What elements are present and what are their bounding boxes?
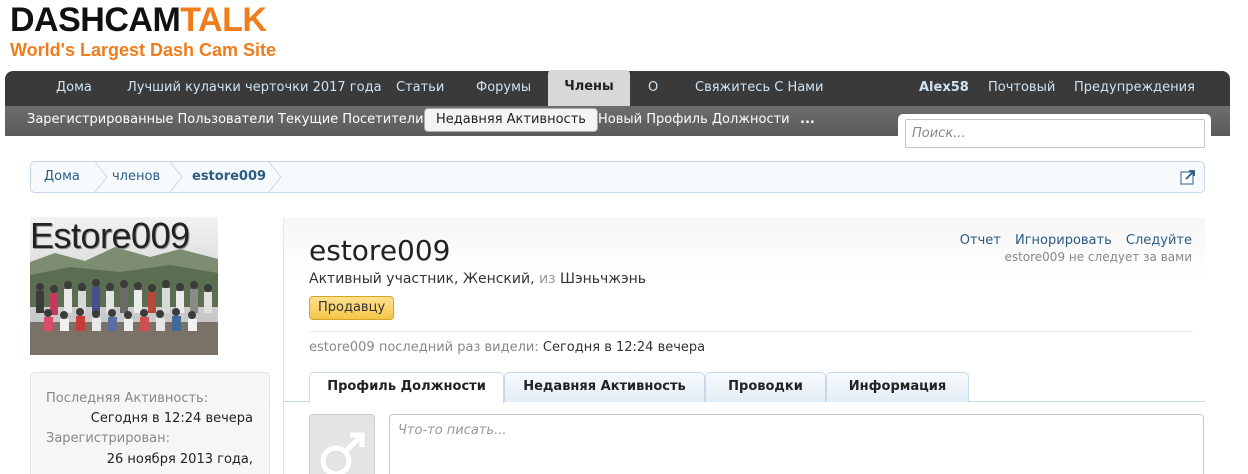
follow-status-note: estore009 не следует за вами (1004, 250, 1192, 264)
nav-item-best-dashcams[interactable]: Лучший кулачки черточки 2017 года (127, 71, 382, 106)
nav-item-articles[interactable]: Статьи (396, 71, 444, 106)
last-seen-value: Сегодня в 12:24 вечера (542, 340, 706, 355)
tab-recent-activity[interactable]: Недавняя Активность (504, 372, 705, 402)
nav-item-contact[interactable]: Свяжитесь С Нами (695, 71, 823, 106)
profile-post-input[interactable] (389, 414, 1204, 474)
nav-item-forums[interactable]: Форумы (476, 71, 531, 106)
avatar-overlay-text: Estore009 (30, 217, 190, 256)
registered-value: 26 ноября 2013 года, (106, 452, 253, 467)
last-seen-label: estore009 последний раз видели: (309, 340, 539, 355)
nav-item-home[interactable]: Дома (56, 71, 92, 106)
subnav-registered-members[interactable]: Зарегистрированные Пользователи (27, 106, 274, 136)
user-title-text: Активный участник, Женский, (309, 271, 535, 287)
user-title-from: из (539, 271, 556, 287)
breadcrumb-home[interactable]: Дома (44, 162, 80, 192)
tab-information[interactable]: Информация (826, 372, 969, 402)
breadcrumb-separator (94, 162, 108, 192)
breadcrumb-members[interactable]: членов (112, 162, 160, 192)
seller-badge: Продавцу (309, 296, 395, 320)
logo-part-talk: TALK (180, 1, 267, 39)
last-activity-value: Сегодня в 12:24 вечера (90, 411, 253, 426)
member-info-box: Последняя Активность: Сегодня в 12:24 ве… (30, 372, 270, 474)
male-symbol-icon (310, 415, 374, 474)
tab-postings[interactable]: Проводки (705, 372, 826, 402)
ignore-link[interactable]: Игнорировать (1015, 233, 1112, 248)
profile-divider (309, 331, 1193, 332)
nav-item-about[interactable]: О (648, 71, 658, 106)
profile-actions: Отчет Игнорировать Следуйте (950, 233, 1192, 248)
user-title: Активный участник, Женский, из Шэньчжэнь (309, 271, 646, 287)
jump-to-icon[interactable] (1180, 169, 1196, 185)
last-activity-label: Последняя Активность: (46, 391, 209, 406)
logo-part-dashcam: DASHCAM (10, 1, 181, 39)
subnav-new-profile-posts[interactable]: Новый Профиль Должности (598, 106, 790, 136)
nav-user-account[interactable]: Alex58 (919, 71, 969, 106)
profile-avatar[interactable]: Estore009 (30, 217, 218, 355)
nav-alerts[interactable]: Предупреждения (1074, 71, 1195, 106)
logo-wordmark: DASHCAMTALK (10, 2, 276, 38)
main-nav: Дома Лучший кулачки черточки 2017 года С… (5, 70, 1230, 106)
subnav-current-visitors[interactable]: Текущие Посетители (278, 106, 424, 136)
nav-inbox[interactable]: Почтовый (988, 71, 1055, 106)
poster-avatar (309, 414, 375, 474)
profile-username: estore009 (309, 234, 451, 267)
breadcrumb-separator (169, 162, 183, 192)
nav-item-members[interactable]: Члены (548, 70, 630, 106)
follow-link[interactable]: Следуйте (1126, 233, 1192, 248)
tab-profile-posts[interactable]: Профиль Должности (309, 372, 504, 403)
breadcrumb-separator (268, 162, 282, 192)
registered-label: Зарегистрирован: (46, 431, 170, 446)
subnav-more[interactable]: ... (800, 106, 815, 136)
subnav-recent-activity[interactable]: Недавняя Активность (424, 108, 598, 132)
site-logo[interactable]: DASHCAMTALK World's Largest Dash Cam Sit… (10, 2, 276, 60)
breadcrumb: Дома членов estore009 (30, 161, 1205, 193)
last-seen: estore009 последний раз видели: Сегодня … (309, 340, 705, 355)
breadcrumb-current: estore009 (192, 169, 267, 184)
report-link[interactable]: Отчет (960, 233, 1001, 248)
logo-tagline: World's Largest Dash Cam Site (10, 40, 277, 60)
search-input[interactable] (905, 119, 1205, 148)
search-container (898, 114, 1211, 154)
user-location[interactable]: Шэньчжэнь (560, 271, 646, 287)
